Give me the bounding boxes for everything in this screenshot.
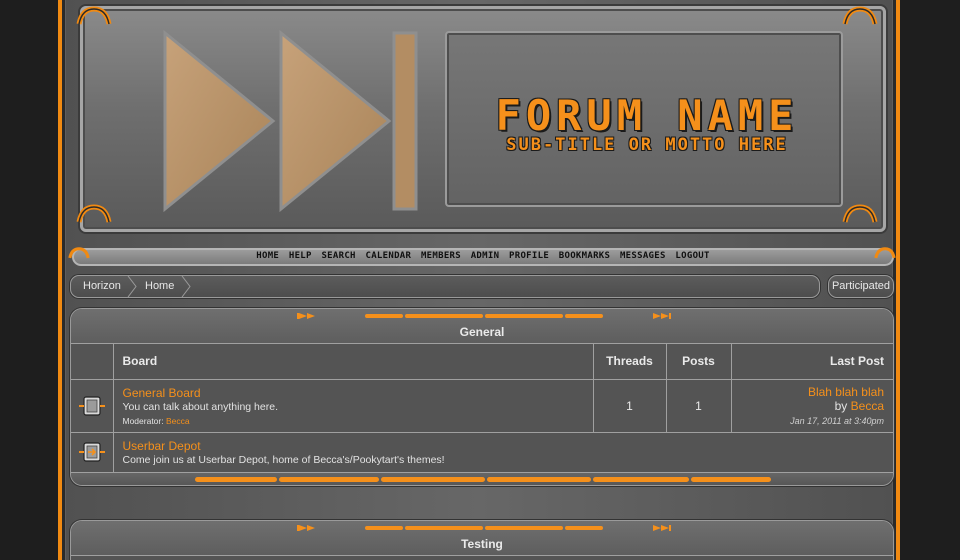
breadcrumb-home[interactable]: Home: [145, 276, 174, 297]
moderator-link[interactable]: Becca: [166, 416, 190, 426]
post-count: 1: [666, 379, 732, 433]
forum-frame: Forum Name Sub-title or motto here Home …: [58, 0, 900, 560]
frame-inner: Forum Name Sub-title or motto here Home …: [66, 0, 896, 560]
header-decoration: [297, 525, 671, 531]
link-board-icon: [78, 442, 105, 462]
nav-home[interactable]: Home: [256, 251, 279, 261]
board-column-header: Board: [113, 344, 594, 380]
main-nav: Home Help Search Calendar Members Admin …: [72, 248, 894, 266]
board-icon-cell: [71, 379, 114, 433]
category-header: Testing: [71, 521, 893, 556]
nav-search[interactable]: Search: [321, 251, 355, 261]
header-decoration: [297, 313, 671, 319]
forum-subtitle: Sub-title or motto here: [506, 135, 788, 155]
board-row: Userbar Depot Come join us at Userbar De…: [71, 432, 894, 473]
board-info-cell: Userbar Depot Come join us at Userbar De…: [113, 432, 894, 473]
header-banner: Forum Name Sub-title or motto here: [80, 6, 886, 232]
nav-help[interactable]: Help: [289, 251, 312, 261]
nav-admin[interactable]: Admin: [471, 251, 500, 261]
nav-messages[interactable]: Messages: [620, 251, 666, 261]
category-title[interactable]: Testing: [71, 537, 893, 551]
board-icon-cell: [71, 432, 114, 473]
nav-hook-icon: [874, 246, 896, 260]
board-link[interactable]: Userbar Depot: [123, 439, 894, 453]
last-post-user-link[interactable]: Becca: [851, 399, 884, 413]
breadcrumb-separator-icon: [127, 276, 137, 297]
last-post-date: Jan 17, 2011 at 3:40pm: [790, 416, 884, 426]
hook-icon: [76, 204, 112, 224]
posts-column-header: Posts: [666, 344, 732, 380]
category-footer: [71, 472, 893, 485]
forum-name[interactable]: Forum Name: [457, 95, 837, 137]
thread-count: 1: [593, 379, 667, 433]
board-moderators: Moderator: Becca: [123, 416, 593, 426]
category-title[interactable]: General: [71, 325, 893, 339]
hook-icon: [842, 204, 878, 224]
last-post-author: by Becca: [732, 399, 884, 413]
board-icon: [78, 395, 105, 416]
nav-profile[interactable]: Profile: [509, 251, 549, 261]
category-header: General: [71, 309, 893, 344]
last-post-column-header: Last Post: [731, 344, 893, 380]
icon-column-header: [71, 344, 114, 380]
board-link[interactable]: General Board: [123, 386, 593, 400]
last-post-cell: Blah blah blah by Becca Jan 17, 2011 at …: [731, 379, 893, 433]
fast-forward-graphic: [163, 29, 423, 215]
nav-calendar[interactable]: Calendar: [365, 251, 411, 261]
nav-bookmarks[interactable]: Bookmarks: [559, 251, 610, 261]
last-post-by-label: by: [834, 399, 848, 413]
board-info-cell: General Board You can talk about anythin…: [113, 379, 594, 433]
hook-icon: [842, 6, 878, 26]
hook-icon: [76, 6, 112, 26]
board-description: Come join us at Userbar Depot, home of B…: [122, 453, 445, 466]
breadcrumb: Horizon Home: [70, 275, 820, 298]
nav-members[interactable]: Members: [421, 251, 461, 261]
board-description: You can talk about anything here.: [122, 400, 278, 413]
threads-column-header: Threads: [593, 344, 667, 380]
breadcrumb-horizon[interactable]: Horizon: [83, 276, 121, 297]
footer-decoration: [195, 476, 771, 482]
title-panel: Forum Name Sub-title or motto here: [445, 31, 843, 207]
breadcrumb-separator-icon: [181, 276, 191, 297]
board-table: Board Threads Posts Last Post General Bo…: [71, 344, 893, 473]
nav-links: Home Help Search Calendar Members Admin …: [74, 251, 892, 261]
moderator-label: Moderator:: [122, 415, 164, 426]
last-post-link[interactable]: Blah blah blah: [732, 385, 884, 399]
nav-hook-icon: [68, 246, 90, 260]
board-row: General Board You can talk about anythin…: [71, 379, 893, 433]
category-general: General Board Threads Posts Last Post Ge…: [70, 308, 894, 486]
participated-button[interactable]: Participated: [828, 275, 894, 298]
nav-logout[interactable]: Logout: [675, 251, 709, 261]
category-testing: Testing: [70, 520, 894, 560]
